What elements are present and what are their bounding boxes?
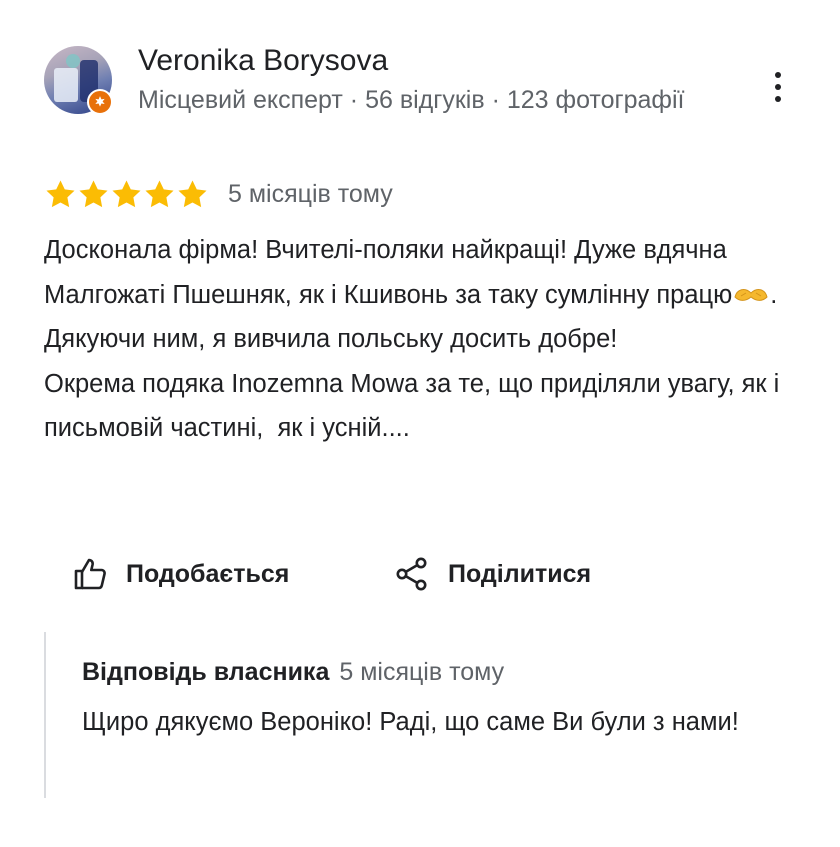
star-icon <box>46 179 75 207</box>
owner-response-text: Щиро дякуємо Вероніко! Раді, що саме Ви … <box>82 708 739 736</box>
star-icon <box>145 179 174 207</box>
share-label: Поділитися <box>448 559 592 588</box>
more-options-button[interactable] <box>764 70 792 104</box>
avatar-photo-detail <box>54 68 78 102</box>
owner-response-header: Відповідь власника 5 місяців тому <box>82 654 504 690</box>
owner-response-label: Відповідь власника <box>82 658 330 686</box>
review-paragraph: Досконала фірма! Вчителі-поляки найкращі… <box>44 228 814 362</box>
reviewer-meta[interactable]: Місцевий експерт · 56 відгуків · 123 фот… <box>138 82 718 119</box>
reviewer-name[interactable]: Veronika Borysova <box>138 42 388 80</box>
like-label: Подобається <box>126 559 290 588</box>
heart-hands-emoji <box>734 288 768 301</box>
review-text: Досконала фірма! Вчителі-поляки найкращі… <box>44 228 814 451</box>
review-time: 5 місяців тому <box>228 180 393 208</box>
owner-response-time: 5 місяців тому <box>339 658 505 686</box>
star-icon <box>178 179 207 207</box>
more-vertical-icon <box>775 96 781 102</box>
share-button[interactable]: Поділитися <box>396 552 591 596</box>
star-icon <box>112 179 141 207</box>
avatar-photo-detail <box>66 54 80 68</box>
thumbs-up-icon <box>72 556 108 592</box>
more-vertical-icon <box>775 84 781 90</box>
share-icon <box>396 557 428 591</box>
review-text-part: Досконала фірма! Вчителі-поляки найкращі… <box>44 236 734 309</box>
like-button[interactable]: Подобається <box>72 552 289 596</box>
more-vertical-icon <box>775 72 781 78</box>
review-paragraph: Окрема подяка Inozemna Mowa за те, що пр… <box>44 369 787 443</box>
star-icon <box>79 179 108 207</box>
local-guide-badge-icon <box>87 89 113 115</box>
star-burst-icon <box>95 96 105 107</box>
owner-response: Відповідь власника 5 місяців тому Щиро дя… <box>44 632 804 798</box>
star-rating <box>44 176 209 212</box>
